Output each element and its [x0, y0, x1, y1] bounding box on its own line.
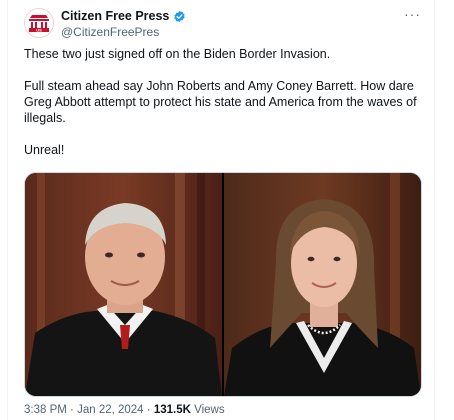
meta-separator: · [146, 404, 151, 416]
views-label: Views [194, 404, 225, 416]
tweet-time[interactable]: 3:38 PM [24, 404, 67, 416]
timeline-left-border [7, 0, 8, 420]
meta-separator: · [70, 404, 74, 416]
tweet-media[interactable] [24, 172, 422, 397]
timeline-right-border [434, 0, 435, 420]
author-display-name[interactable]: Citizen Free Press [61, 9, 169, 23]
views-count: 131.5K [153, 404, 191, 416]
author-avatar[interactable]: US [24, 8, 54, 38]
citizen-free-press-logo: US [25, 9, 53, 37]
tweet-paragraph: Unreal! [24, 143, 65, 157]
verified-badge-icon [174, 10, 186, 22]
author-name-row[interactable]: Citizen Free Press [61, 9, 186, 23]
more-options-icon[interactable]: ··· [404, 6, 421, 22]
media-photo-1[interactable] [25, 173, 222, 396]
media-photo-2[interactable] [224, 173, 421, 396]
tweet-text: These two just signed off on the Biden B… [24, 46, 424, 174]
author-handle[interactable]: @CitizenFreePres [61, 25, 159, 39]
tweet-paragraph: Full steam ahead say John Roberts and Am… [24, 79, 417, 125]
tweet-paragraph: These two just signed off on the Biden B… [24, 47, 331, 61]
tweet-meta: 3:38 PM · Jan 22, 2024 · 131.5K Views [24, 404, 225, 416]
svg-text:US: US [36, 27, 42, 32]
tweet-date[interactable]: Jan 22, 2024 [77, 404, 144, 416]
